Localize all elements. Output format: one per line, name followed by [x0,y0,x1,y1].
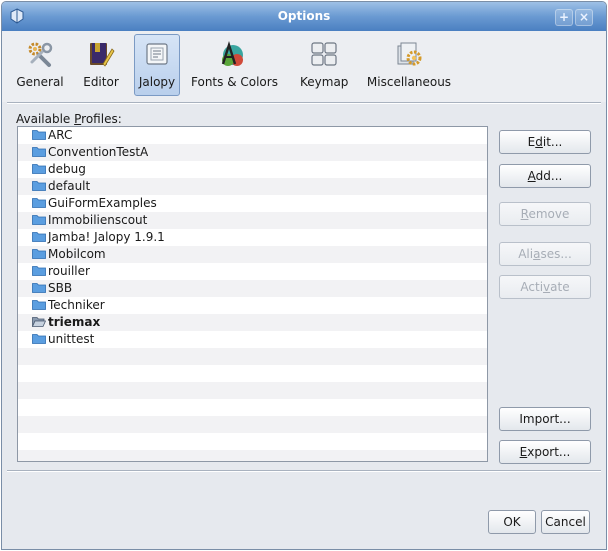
cancel-button[interactable]: Cancel [541,510,590,534]
tab-general[interactable]: General [13,34,67,96]
list-item[interactable]: Immobilienscout [18,212,487,229]
fonts-colors-icon [221,41,243,66]
edit-button[interactable]: Edit... [499,130,591,154]
title-bar[interactable]: Options + × [2,2,606,32]
empty-row [18,433,487,450]
folder-icon [32,283,46,293]
tab-fonts-colors[interactable]: Fonts & Colors [190,34,278,96]
profile-name: rouiller [48,264,90,278]
folder-icon [32,300,46,310]
activate-button[interactable]: Activate [499,275,591,299]
category-toolbar: General Editor Jalopy Fonts & Colors Key… [2,31,606,102]
empty-row [18,416,487,433]
profile-name: Mobilcom [48,247,106,261]
profile-name: triemax [48,315,101,329]
bottom-panel: OK Cancel [2,472,606,549]
general-settings-icon [28,42,53,67]
list-item-active[interactable]: triemax [18,314,487,331]
folder-icon [32,232,46,242]
profile-name: Immobilienscout [48,213,148,227]
tab-jalopy-label: Jalopy [138,75,176,89]
folder-icon [32,164,46,174]
jalopy-icon [146,43,168,65]
empty-row [18,348,487,365]
list-item[interactable]: debug [18,161,487,178]
folder-icon [32,147,46,157]
tab-editor-label: Editor [83,75,119,89]
miscellaneous-icon [397,42,422,66]
tab-general-label: General [16,75,64,89]
open-folder-icon [32,317,46,327]
toolbar-separator [7,102,601,104]
folder-icon [32,215,46,225]
ok-button[interactable]: OK [488,510,536,534]
profile-name: Techniker [48,298,105,312]
profile-name: unittest [48,332,95,346]
list-item[interactable]: Techniker [18,297,487,314]
profile-name: SBB [48,281,73,295]
folder-icon [32,181,46,191]
list-item[interactable]: ARC [18,127,487,144]
list-item[interactable]: Mobilcom [18,246,487,263]
profile-name: ConventionTestA [48,145,149,159]
add-button[interactable]: Add... [499,164,591,188]
close-button[interactable]: × [575,9,593,26]
keymap-icon [311,42,337,66]
profile-name: Jamba! Jalopy 1.9.1 [48,230,165,244]
empty-row [18,365,487,382]
profile-name: default [48,179,91,193]
tab-miscellaneous-label: Miscellaneous [366,75,452,89]
list-item[interactable]: ConventionTestA [18,144,487,161]
folder-icon [32,266,46,276]
options-dialog: Options + × General Editor Jalopy Fonts … [1,1,607,550]
profiles-list[interactable]: ARC ConventionTestA debug default GuiFor… [17,126,488,462]
tab-keymap[interactable]: Keymap [299,34,349,96]
folder-icon [32,130,46,140]
tab-fonts-colors-label: Fonts & Colors [191,75,278,89]
profile-name: GuiFormExamples [48,196,157,210]
list-item[interactable]: GuiFormExamples [18,195,487,212]
list-item[interactable]: rouiller [18,263,487,280]
profile-name: ARC [48,128,73,142]
profile-name: debug [48,162,86,176]
empty-row [18,399,487,416]
tab-miscellaneous[interactable]: Miscellaneous [363,34,455,96]
empty-row [18,450,487,461]
list-item[interactable]: SBB [18,280,487,297]
aliases-button[interactable]: Aliases... [499,242,591,266]
list-item[interactable]: unittest [18,331,487,348]
folder-icon [32,249,46,259]
tab-jalopy[interactable]: Jalopy [134,34,180,96]
empty-row [18,382,487,399]
remove-button[interactable]: Remove [499,202,591,226]
folder-icon [32,198,46,208]
export-button[interactable]: Export... [499,440,591,464]
editor-icon [90,43,115,67]
tab-keymap-label: Keymap [300,75,349,89]
import-button[interactable]: Import... [499,407,591,431]
window-title: Options [277,9,331,23]
tab-editor[interactable]: Editor [79,34,123,96]
available-profiles-label: Available Profiles: [16,112,122,126]
maximize-button[interactable]: + [555,9,573,26]
folder-icon [32,334,46,344]
list-item[interactable]: Jamba! Jalopy 1.9.1 [18,229,487,246]
list-item[interactable]: default [18,178,487,195]
